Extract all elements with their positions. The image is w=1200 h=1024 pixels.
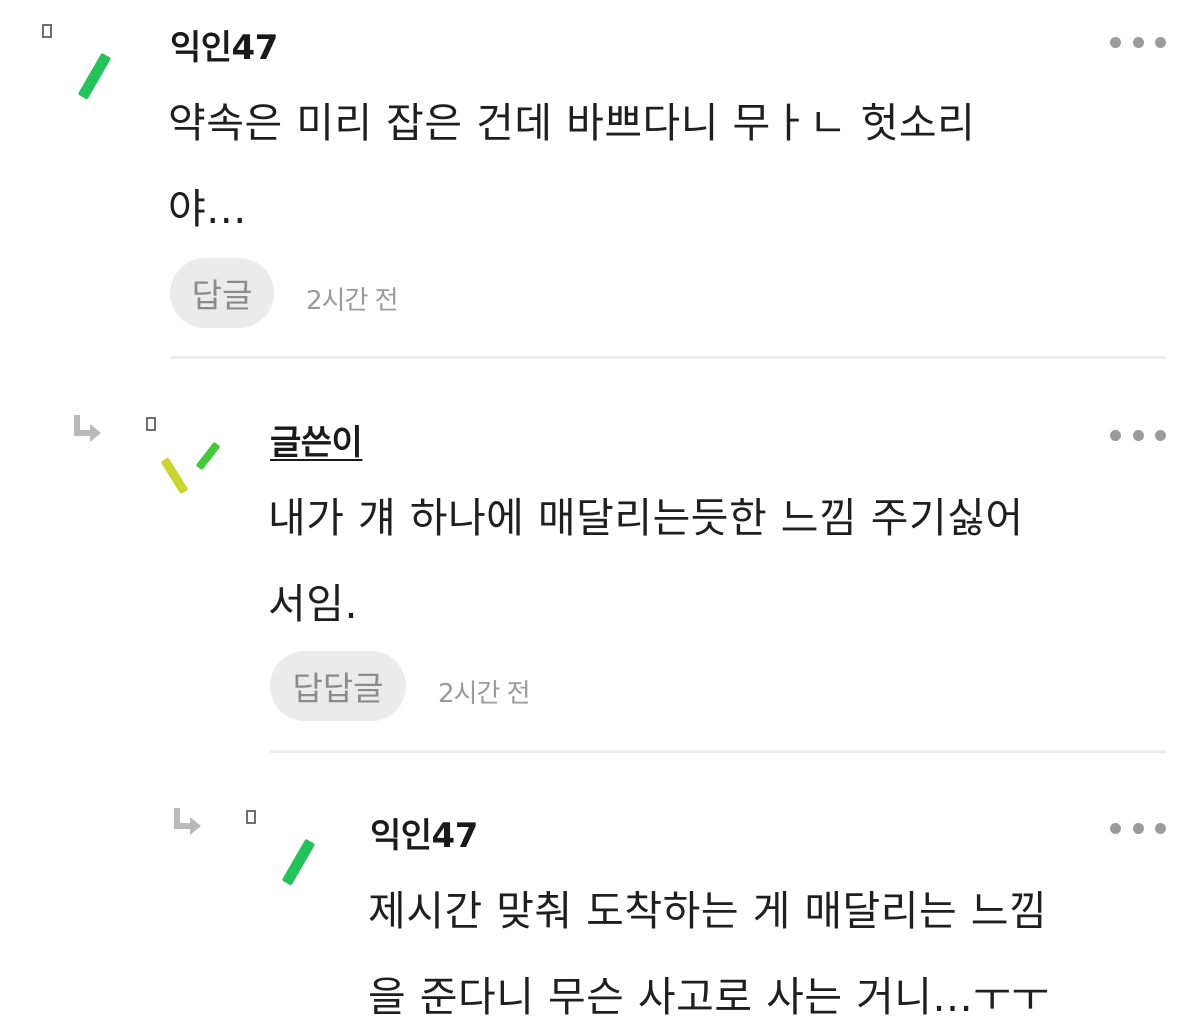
comment-timestamp: 2시간 전 (306, 286, 399, 316)
avatar[interactable] (72, 50, 116, 102)
comment-text-line: 제시간 맞춰 도착하는 게 매달리는 느낌 (368, 887, 1048, 935)
comment-item: 익인47 약속은 미리 잡은 건데 바쁘다니 무ㅏㄴ 헛소리 야... 답글 2… (0, 0, 1200, 400)
dot-icon (1110, 822, 1121, 834)
comment-text: 제시간 맞춰 도착하는 게 매달리는 느낌 을 준다니 무슨 사고로 사는 거니… (368, 868, 1050, 1024)
reply-button[interactable]: 답글 (170, 258, 274, 328)
reply-arrow-icon (74, 415, 101, 442)
avatar-broken-image-icon (42, 24, 52, 38)
divider (270, 750, 1166, 753)
avatar[interactable] (160, 439, 224, 499)
avatar-broken-image-icon (146, 417, 156, 431)
comment-item: 익인47 제시간 맞춰 도착하는 게 매달리는 느낌 을 준다니 무슨 사고로 … (0, 790, 1200, 1024)
comment-text-line: 서임. (268, 580, 358, 628)
dot-icon (1132, 36, 1144, 48)
comment-timestamp: 2시간 전 (438, 679, 531, 709)
more-options-button[interactable] (1110, 818, 1166, 838)
comment-text-line: 내가 걔 하나에 매달리는듯한 느낌 주기싫어 (268, 494, 1024, 542)
more-options-button[interactable] (1110, 425, 1166, 445)
comment-text: 내가 걔 하나에 매달리는듯한 느낌 주기싫어 서임. (268, 475, 1024, 647)
comment-text-line: 야... (168, 185, 247, 233)
dot-icon (1132, 822, 1144, 834)
comment-text-line: 을 준다니 무슨 사고로 사는 거니...ㅜㅜ (368, 973, 1050, 1021)
avatar[interactable] (276, 836, 320, 888)
comment-item: 글쓴이 내가 걔 하나에 매달리는듯한 느낌 주기싫어 서임. 답답글 2시간 … (0, 395, 1200, 790)
dot-icon (1155, 822, 1166, 834)
avatar-broken-image-icon (246, 810, 256, 824)
more-options-button[interactable] (1110, 32, 1166, 52)
dot-icon (1110, 36, 1121, 48)
dot-icon (1132, 429, 1144, 441)
dot-icon (1155, 429, 1166, 441)
dot-icon (1155, 36, 1166, 48)
comment-nickname[interactable]: 익인47 (370, 808, 478, 857)
divider (170, 356, 1166, 359)
reply-arrow-icon (174, 808, 201, 835)
dot-icon (1110, 429, 1121, 441)
comment-nickname[interactable]: 익인47 (170, 20, 278, 69)
comment-text: 약속은 미리 잡은 건데 바쁘다니 무ㅏㄴ 헛소리 야... (168, 80, 975, 252)
comment-text-line: 약속은 미리 잡은 건데 바쁘다니 무ㅏㄴ 헛소리 (168, 99, 976, 147)
comment-nickname[interactable]: 글쓴이 (270, 415, 363, 464)
reply-button[interactable]: 답답글 (270, 651, 406, 721)
